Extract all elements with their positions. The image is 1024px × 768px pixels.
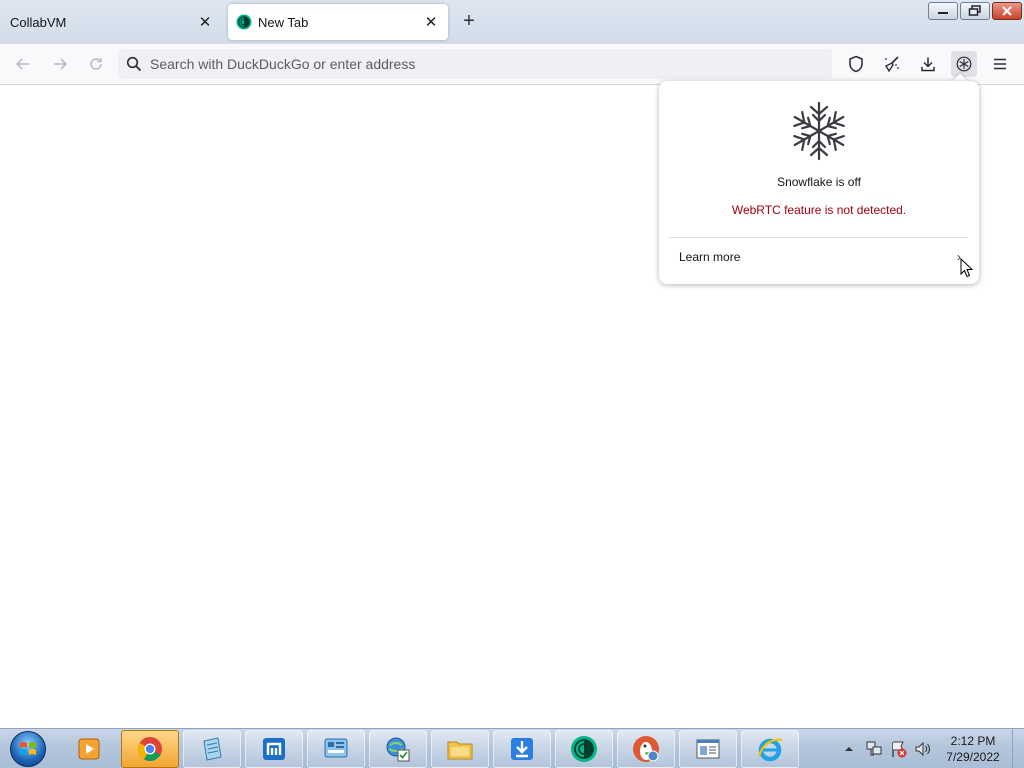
windows-media-player-icon[interactable] (60, 730, 118, 768)
document-viewer-icon[interactable] (679, 730, 737, 768)
taskbar: 2:12 PM 7/29/2022 (0, 728, 1024, 768)
notepad-icon[interactable] (183, 730, 241, 768)
restore-icon[interactable] (960, 2, 990, 20)
webrtc-warning: WebRTC feature is not detected. (731, 203, 907, 217)
action-center-icon[interactable] (889, 739, 909, 759)
forward-arrow-icon[interactable] (48, 52, 72, 76)
tab-new-tab[interactable]: New Tab ✕ (228, 4, 448, 40)
back-arrow-icon[interactable] (11, 52, 35, 76)
tab-strip: CollabVM ✕ New Tab ✕ + (0, 0, 1024, 44)
tab-label: CollabVM (10, 14, 67, 30)
windows-logo-icon (10, 731, 46, 767)
internet-explorer-icon[interactable] (741, 730, 799, 768)
duckduckgo-icon[interactable] (617, 730, 675, 768)
system-clock[interactable]: 2:12 PM 7/29/2022 (928, 733, 1018, 765)
chrome-icon[interactable] (121, 730, 179, 768)
clock-time: 2:12 PM (950, 734, 996, 748)
search-icon (126, 56, 142, 72)
internet-options-icon[interactable] (369, 730, 427, 768)
snowflake-panel: Snowflake is off WebRTC feature is not d… (659, 81, 979, 284)
learn-more-label: Learn more (679, 250, 741, 264)
folder-icon[interactable] (431, 730, 489, 768)
tab-close-icon[interactable]: ✕ (422, 13, 440, 31)
menu-icon[interactable] (987, 51, 1013, 77)
navigation-toolbar (0, 44, 1024, 85)
snowflake-icon (793, 101, 845, 161)
control-panel-icon[interactable] (307, 730, 365, 768)
close-icon[interactable] (992, 2, 1022, 20)
new-tab-button[interactable]: + (458, 11, 480, 33)
reload-icon[interactable] (84, 52, 108, 76)
show-hidden-icon[interactable] (842, 742, 856, 756)
tab-label: New Tab (258, 14, 309, 30)
broom-icon[interactable] (879, 51, 905, 77)
address-bar[interactable] (118, 49, 832, 79)
clock-date: 7/29/2022 (946, 750, 1000, 764)
tab-close-icon[interactable]: ✕ (196, 13, 214, 31)
window-controls (926, 2, 1022, 20)
start-button[interactable] (4, 729, 52, 768)
tab-collabvm[interactable]: CollabVM ✕ (0, 4, 222, 40)
learn-more-button[interactable]: Learn more › (667, 244, 971, 270)
download-icon[interactable] (915, 51, 941, 77)
network-icon[interactable] (864, 739, 884, 759)
minimize-icon[interactable] (928, 2, 958, 20)
mouse-cursor-icon (960, 258, 974, 278)
download-manager-icon[interactable] (493, 730, 551, 768)
snowflake-icon[interactable] (951, 51, 977, 77)
show-desktop-button[interactable] (1012, 729, 1024, 768)
url-input[interactable] (150, 56, 810, 72)
maxthon-icon[interactable] (245, 730, 303, 768)
tor-onion-icon (236, 14, 252, 30)
snowflake-status: Snowflake is off (777, 175, 861, 189)
tor-browser-icon[interactable] (555, 730, 613, 768)
shield-icon[interactable] (843, 51, 869, 77)
divider (668, 237, 968, 238)
